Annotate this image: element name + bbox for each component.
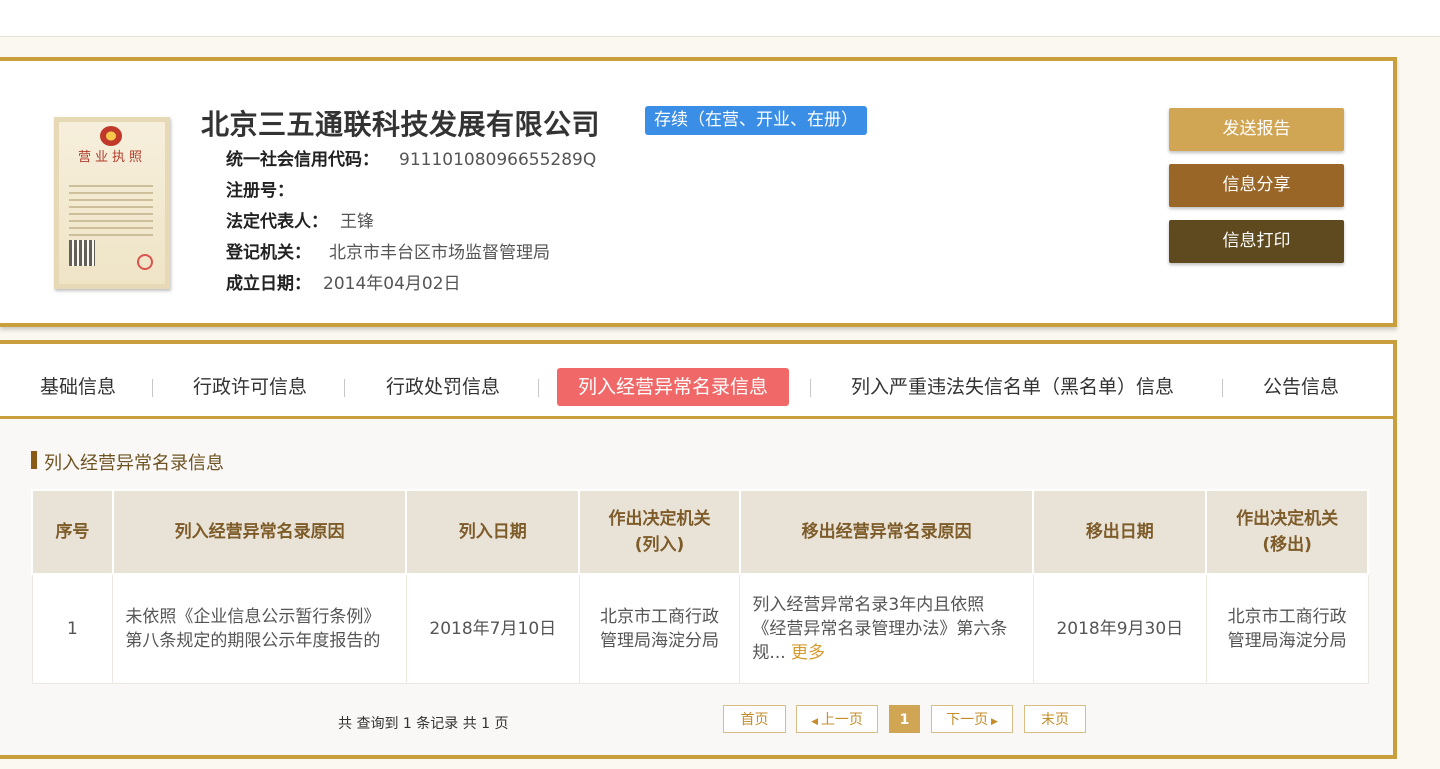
- tab-divider: [1222, 379, 1223, 397]
- table-header-row: 序号 列入经营异常名录原因 列入日期 作出决定机关 (列入) 移出经营异常名录原因…: [31, 489, 1369, 575]
- national-emblem-icon: [100, 126, 122, 146]
- cell-authority-in: 北京市工商行政 管理局海淀分局: [578, 573, 741, 684]
- business-license-image[interactable]: 营业执照: [54, 117, 170, 289]
- col-header-date-out: 移出日期: [1032, 489, 1208, 575]
- top-bar: [0, 0, 1440, 37]
- license-title: 营业执照: [77, 150, 146, 165]
- caret-right-icon: ▶: [988, 717, 998, 727]
- tab-divider: [344, 379, 345, 397]
- tab-abnormal-operation[interactable]: 列入经营异常名录信息: [557, 368, 790, 406]
- info-label: 统一社会信用代码：: [226, 150, 379, 170]
- info-value: 91110108096655289Q: [399, 150, 597, 170]
- cell-date-out: 2018年9月30日: [1032, 573, 1207, 684]
- print-info-button[interactable]: 信息打印: [1169, 220, 1344, 263]
- tab-administrative-license[interactable]: 行政许可信息: [193, 368, 307, 406]
- info-label: 注册号：: [226, 181, 294, 201]
- caret-left-icon: ◀: [811, 717, 821, 727]
- tab-divider: [810, 379, 811, 397]
- tab-announcements[interactable]: 公告信息: [1263, 368, 1339, 406]
- cell-reason-out: 列入经营异常名录3年内且依照 《经营异常名录管理办法》第六条 规... 更多: [739, 573, 1034, 684]
- tab-blacklist[interactable]: 列入严重违法失信名单（黑名单）信息: [851, 368, 1174, 406]
- info-value: 王锋: [340, 212, 374, 232]
- info-legal-representative: 法定代表人： 王锋: [226, 211, 374, 233]
- info-registration-authority: 登记机关： 北京市丰台区市场监督管理局: [226, 242, 550, 264]
- prev-page-button[interactable]: ◀ 上一页: [796, 705, 878, 733]
- first-page-button[interactable]: 首页: [723, 705, 786, 733]
- cell-reason-in: 未依照《企业信息公示暂行条例》 第八条规定的期限公示年度报告的: [112, 573, 407, 684]
- qr-code-icon: [69, 240, 95, 266]
- send-report-button[interactable]: 发送报告: [1169, 108, 1344, 151]
- tab-divider: [538, 379, 539, 397]
- more-link[interactable]: 更多: [791, 643, 825, 663]
- info-establishment-date: 成立日期： 2014年04月02日: [226, 273, 461, 295]
- tab-administrative-penalty[interactable]: 行政处罚信息: [386, 368, 500, 406]
- col-header-authority-out: 作出决定机关 (移出): [1205, 489, 1369, 575]
- cell-date-in: 2018年7月10日: [405, 573, 580, 684]
- license-text-lines: [69, 180, 153, 241]
- info-registration-number: 注册号：: [226, 180, 306, 202]
- col-header-no: 序号: [31, 489, 114, 575]
- tab-basic-info[interactable]: 基础信息: [40, 368, 116, 406]
- table-row: 1 未依照《企业信息公示暂行条例》 第八条规定的期限公示年度报告的 2018年7月…: [31, 573, 1369, 684]
- col-header-date-in: 列入日期: [405, 489, 581, 575]
- tab-divider: [152, 379, 153, 397]
- company-name: 北京三五通联科技发展有限公司: [201, 108, 601, 141]
- info-label: 成立日期：: [226, 274, 311, 294]
- cell-no: 1: [31, 573, 114, 684]
- company-card: 营业执照 北京三五通联科技发展有限公司 存续（在营、开业、在册） 统一社会信用代…: [0, 57, 1397, 327]
- last-page-button[interactable]: 末页: [1024, 705, 1086, 733]
- info-value: 2014年04月02日: [323, 274, 461, 294]
- seal-icon: [137, 254, 153, 270]
- abnormal-operation-panel: 列入经营异常名录信息 序号 列入经营异常名录原因 列入日期 作出决定机关 (列入)…: [0, 419, 1397, 759]
- col-header-reason-in: 列入经营异常名录原因: [111, 489, 408, 575]
- next-page-button[interactable]: 下一页 ▶: [931, 705, 1013, 733]
- status-badge: 存续（在营、开业、在册）: [645, 106, 867, 135]
- page-number-button[interactable]: 1: [889, 705, 920, 733]
- info-value: 北京市丰台区市场监督管理局: [329, 243, 550, 263]
- info-label: 登记机关：: [226, 243, 311, 263]
- info-tabs: 基础信息 行政许可信息 行政处罚信息 列入经营异常名录信息 列入严重违法失信名单…: [0, 340, 1397, 420]
- info-label: 法定代表人：: [226, 212, 328, 232]
- col-header-reason-out: 移出经营异常名录原因: [738, 489, 1035, 575]
- info-credit-code: 统一社会信用代码： 91110108096655289Q: [226, 149, 596, 171]
- col-header-authority-in: 作出决定机关 (列入): [578, 489, 741, 575]
- section-title: 列入经营异常名录信息: [31, 449, 224, 475]
- abnormal-records-table: 序号 列入经营异常名录原因 列入日期 作出决定机关 (列入) 移出经营异常名录原因…: [31, 489, 1369, 684]
- pagination-summary: 共 查询到 1 条记录 共 1 页: [338, 716, 509, 732]
- cell-authority-out: 北京市工商行政 管理局海淀分局: [1205, 573, 1369, 684]
- share-info-button[interactable]: 信息分享: [1169, 164, 1344, 207]
